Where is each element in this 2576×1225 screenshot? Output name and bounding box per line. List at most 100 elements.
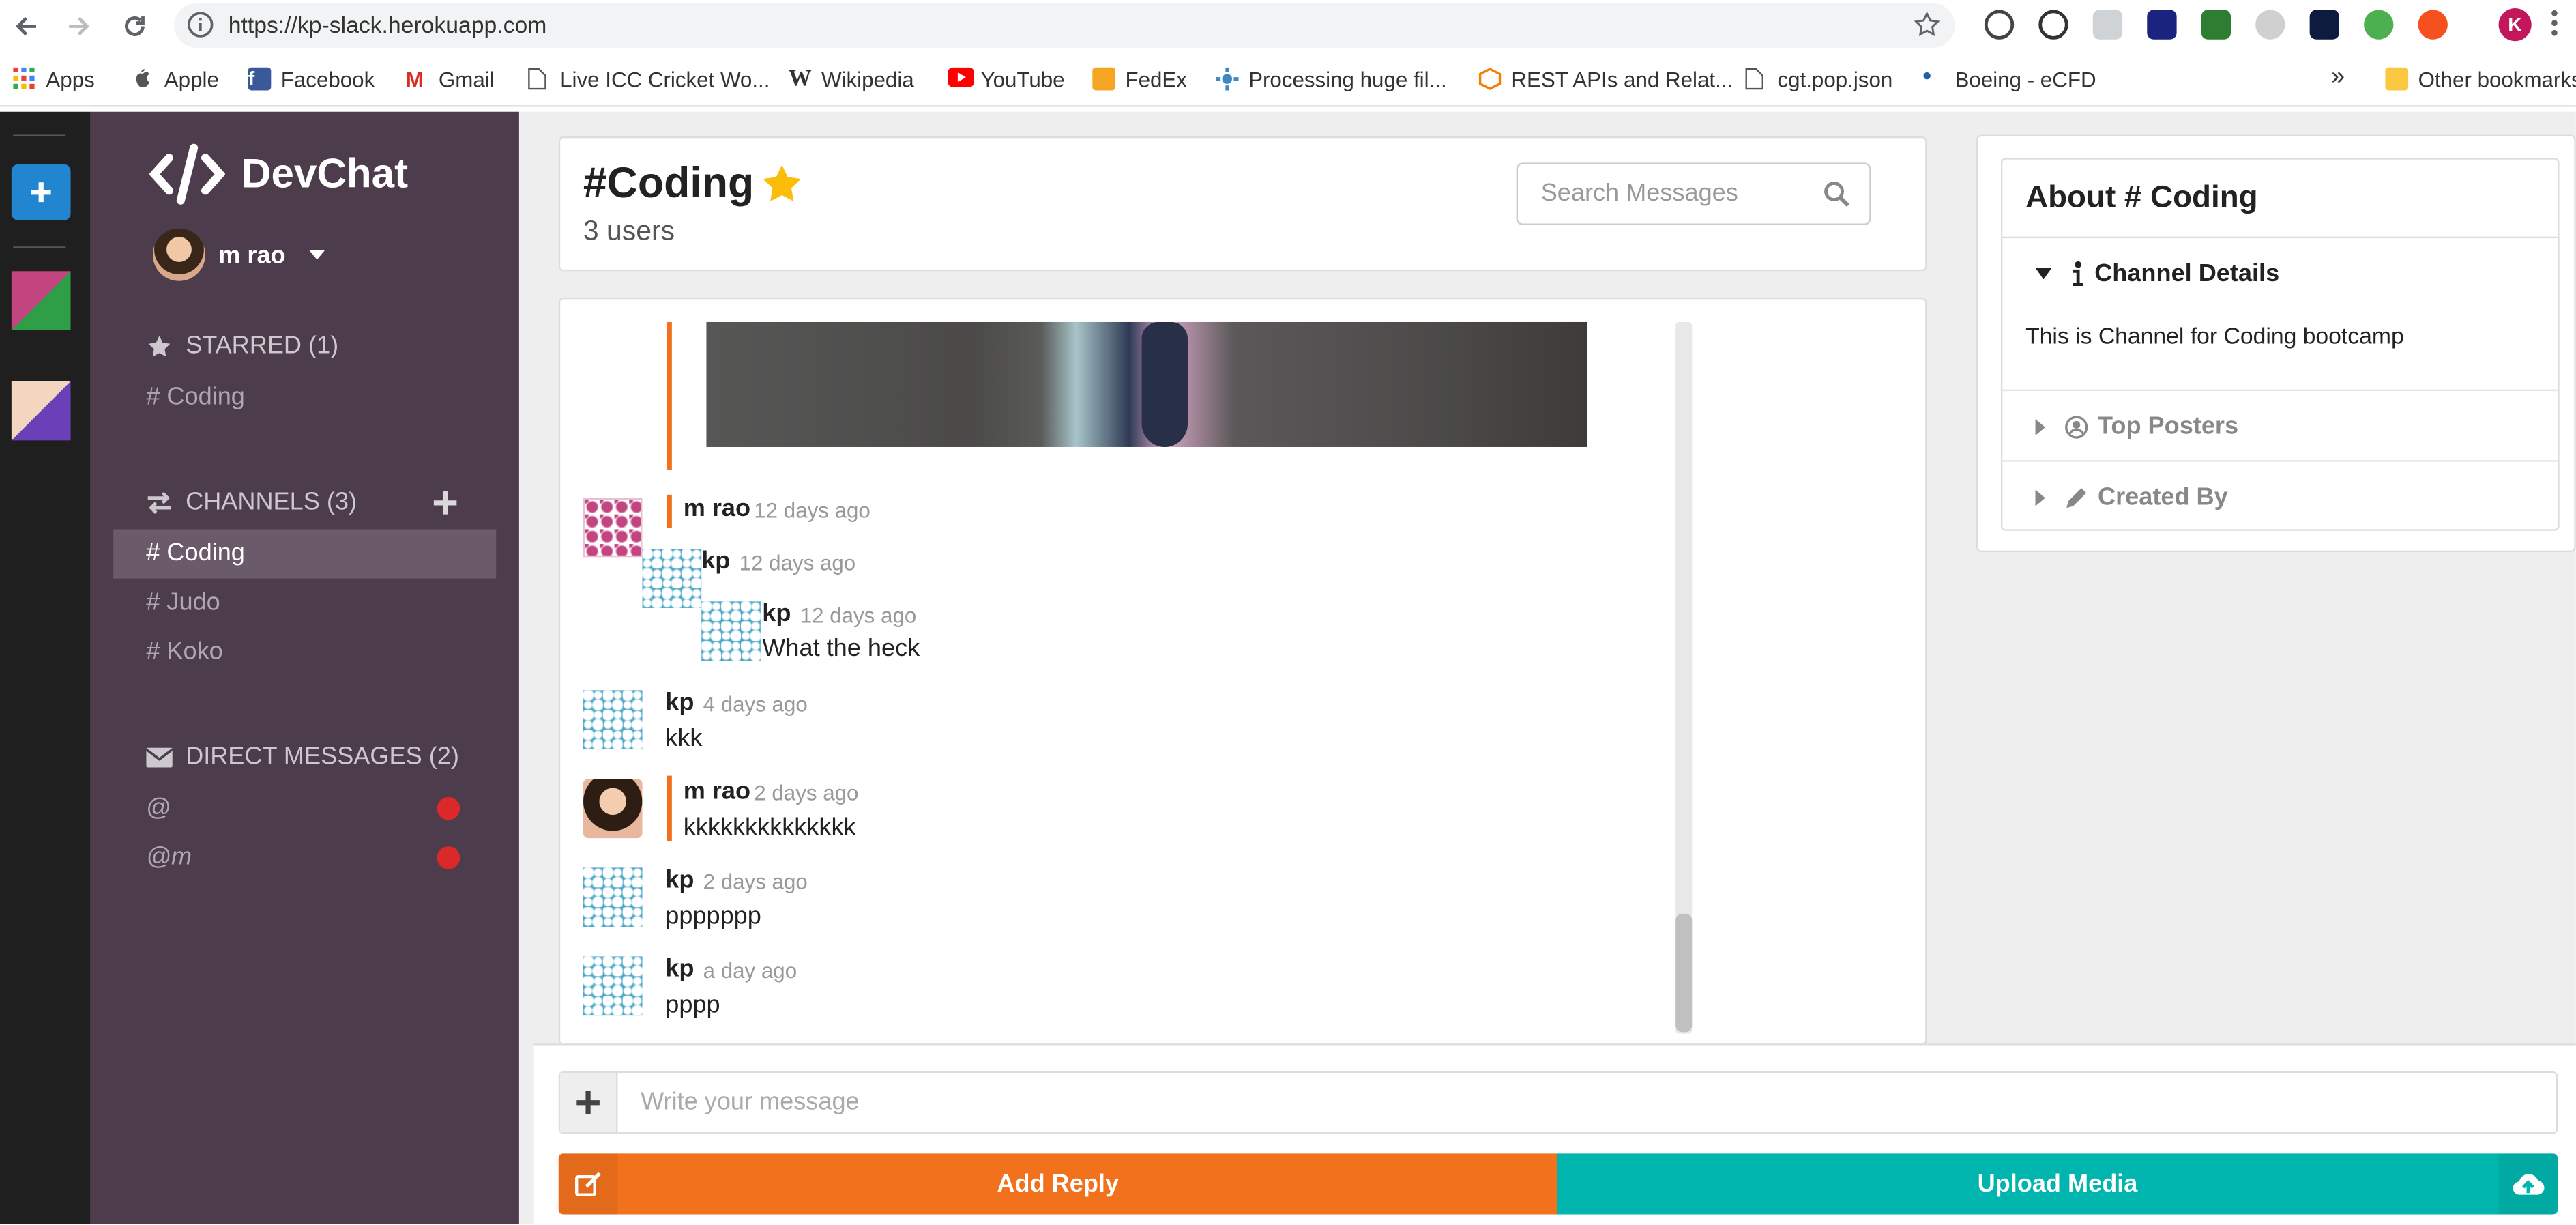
bookmarks-bar: Apps Apple f Facebook M Gmail Live ICC C… <box>0 51 2576 107</box>
bookmark-youtube[interactable]: YouTube <box>948 66 1065 92</box>
message-input-group <box>558 1071 2558 1134</box>
teams-strip <box>0 111 91 1224</box>
page-icon <box>527 68 551 91</box>
info-icon[interactable] <box>188 12 214 38</box>
box-icon <box>1478 68 1502 91</box>
add-channel-plus-icon[interactable] <box>433 491 457 515</box>
team-color-swatch[interactable] <box>11 271 71 331</box>
channel-header: #Coding 3 users <box>558 136 1927 272</box>
bookmark-label: FedEx <box>1125 66 1187 91</box>
accordion-title-top-posters[interactable]: Top Posters <box>2035 412 2238 440</box>
channel-title: #Coding <box>583 158 806 209</box>
message-author[interactable]: m rao <box>684 777 750 805</box>
accordion-label: Created By <box>2098 482 2228 511</box>
message-text: ppppppp <box>665 902 761 930</box>
message-author[interactable]: kp <box>762 600 791 628</box>
more-bookmarks-chevron[interactable]: » <box>2331 63 2345 91</box>
user-menu[interactable]: m rao <box>152 228 325 281</box>
bookmark-cgt-pop[interactable]: cgt.pop.json <box>1744 66 1892 92</box>
message-author[interactable]: kp <box>665 689 694 717</box>
bookmark-rest-apis[interactable]: REST APIs and Relat... <box>1478 66 1733 92</box>
bookmark-label: Apple <box>164 66 219 91</box>
channel-about-panel: About # Coding Channel Details This is C… <box>1976 134 2576 553</box>
reload-icon[interactable] <box>117 8 153 44</box>
about-header: About # Coding <box>2000 158 2560 237</box>
bookmark-gmail[interactable]: M Gmail <box>406 66 495 92</box>
bookmark-processing[interactable]: Processing huge fil... <box>1215 66 1447 92</box>
starred-star-icon[interactable] <box>757 160 806 206</box>
cors-extension-icon[interactable] <box>2201 10 2231 40</box>
extension-icon[interactable] <box>2255 10 2285 40</box>
message-author[interactable]: kp <box>665 955 694 983</box>
extension-icon[interactable] <box>2092 10 2123 40</box>
user-avatar[interactable] <box>642 549 702 608</box>
messages-scrollbar[interactable] <box>1675 321 1693 1034</box>
channel-item-coding[interactable]: # Coding <box>113 529 497 579</box>
add-attachment-plus-icon[interactable] <box>560 1073 618 1133</box>
address-bar[interactable]: https://kp-slack.herokuapp.com <box>174 3 1955 48</box>
message-input[interactable] <box>641 1088 2530 1116</box>
react-extension-icon[interactable] <box>2309 10 2339 40</box>
bookmark-star-icon[interactable] <box>1912 10 1942 39</box>
bookmark-apps[interactable]: Apps <box>13 66 95 92</box>
bookmark-apple[interactable]: Apple <box>132 66 219 92</box>
search-input[interactable] <box>1540 179 1804 207</box>
channel-title-text: #Coding <box>583 158 755 207</box>
message-image[interactable] <box>706 321 1587 447</box>
channel-item-judo[interactable]: # Judo <box>146 588 220 616</box>
bookmark-label: cgt.pop.json <box>1777 66 1893 91</box>
message-author[interactable]: kp <box>665 866 694 894</box>
extension-icon[interactable] <box>2418 10 2448 40</box>
extension-icon[interactable] <box>2038 10 2068 40</box>
forward-arrow-icon[interactable] <box>61 8 97 44</box>
bookmark-facebook[interactable]: f Facebook <box>248 66 375 92</box>
user-avatar[interactable] <box>583 690 643 750</box>
team-color-swatch[interactable] <box>11 381 71 441</box>
url-text[interactable]: https://kp-slack.herokuapp.com <box>229 12 547 38</box>
message-accent-bar <box>667 321 672 470</box>
caret-down-icon <box>2035 267 2052 280</box>
add-team-button[interactable] <box>11 164 71 220</box>
add-reply-button[interactable]: Add Reply <box>558 1153 1557 1215</box>
search-icon[interactable] <box>1824 181 1850 207</box>
search-messages-box[interactable] <box>1516 162 1871 225</box>
dm-item[interactable]: @ <box>146 794 171 822</box>
user-avatar[interactable] <box>701 601 761 661</box>
user-avatar[interactable] <box>583 956 643 1016</box>
app-logo[interactable]: DevChat <box>149 143 408 205</box>
bookmark-cricket[interactable]: Live ICC Cricket Wo... <box>527 66 770 92</box>
code-icon <box>149 143 225 205</box>
section-label: STARRED (1) <box>186 332 339 360</box>
message-form: Add Reply Upload Media <box>533 1043 2576 1224</box>
caret-right-icon <box>2035 489 2045 506</box>
message-time: 12 days ago <box>800 603 917 628</box>
other-bookmarks[interactable]: Other bookmarks <box>2385 66 2576 92</box>
scrollbar-thumb[interactable] <box>1675 913 1693 1033</box>
extension-icon[interactable] <box>1984 10 2015 40</box>
user-avatar[interactable] <box>583 779 643 839</box>
extension-icon[interactable] <box>2364 10 2394 40</box>
image-content <box>1141 321 1188 447</box>
caret-right-icon <box>2035 418 2045 435</box>
extension-icon[interactable] <box>2147 10 2177 40</box>
message-author[interactable]: kp <box>701 547 730 575</box>
accordion-title-created-by[interactable]: Created By <box>2035 482 2228 511</box>
accordion-label: Channel Details <box>2094 259 2280 288</box>
dm-item[interactable]: @m <box>146 843 192 871</box>
bookmark-label: Apps <box>46 66 95 91</box>
user-avatar[interactable] <box>583 498 643 558</box>
profile-avatar[interactable]: K <box>2498 8 2532 42</box>
bookmark-boeing[interactable]: ● Boeing - eCFD <box>1922 66 2096 92</box>
bookmark-fedex[interactable]: FedEx <box>1092 66 1187 92</box>
starred-item-coding[interactable]: # Coding <box>146 383 245 411</box>
channel-item-koko[interactable]: # Koko <box>146 637 222 665</box>
kebab-menu-icon[interactable] <box>2551 10 2558 36</box>
accordion-top-posters: Top Posters <box>2002 391 2558 460</box>
back-arrow-icon[interactable] <box>8 8 44 44</box>
accordion-title-channel-details[interactable]: Channel Details <box>2035 259 2280 288</box>
bookmark-wikipedia[interactable]: W Wikipedia <box>789 66 914 92</box>
message-text: pppp <box>665 991 720 1019</box>
user-avatar[interactable] <box>583 867 643 927</box>
message-author[interactable]: m rao <box>684 495 750 523</box>
upload-media-button[interactable]: Upload Media <box>1557 1153 2558 1215</box>
